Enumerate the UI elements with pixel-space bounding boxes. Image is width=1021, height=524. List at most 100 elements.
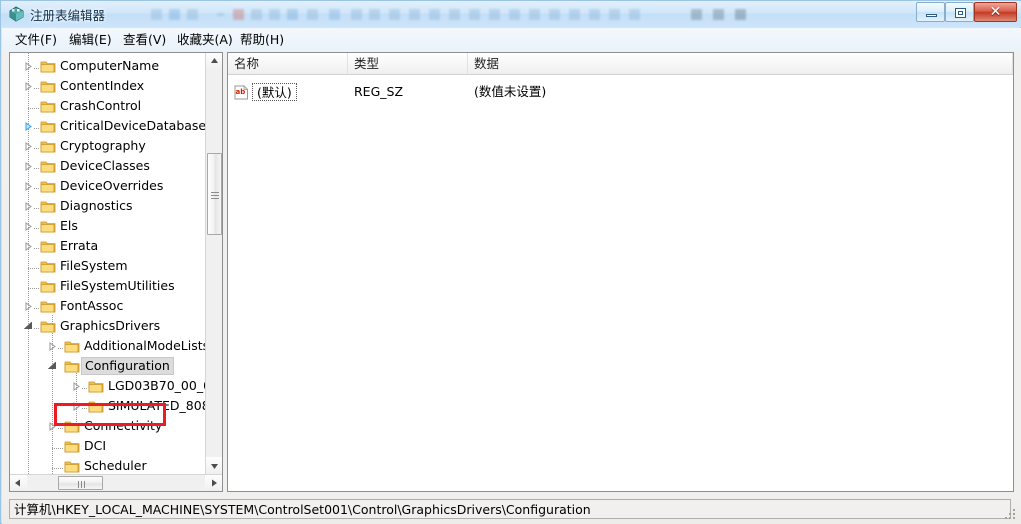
tree-item-connectivity[interactable]: Connectivity [10,416,206,436]
folder-icon [40,179,56,193]
chevron-right-icon[interactable] [24,82,33,91]
tree-item-contentindex[interactable]: ContentIndex [10,76,206,96]
maximize-button[interactable] [945,2,974,22]
column-header-name[interactable]: 名称 [228,53,348,74]
tree-item-label: GraphicsDrivers [60,318,161,333]
menu-view[interactable]: 查看(V) [118,31,171,49]
chevron-right-icon[interactable] [24,242,33,251]
tree-item-fontassoc[interactable]: FontAssoc [10,296,206,316]
tree-item-label: CrashControl [60,98,142,113]
chevron-right-icon[interactable] [24,202,33,211]
tree-item-label: LGD03B70_00_07DC_ [108,378,206,393]
tree-item-label: FontAssoc [60,298,124,313]
cell-value-name[interactable]: (默认) [252,83,297,101]
window-title: 注册表编辑器 [30,8,106,23]
tree-item-filesystemutilities[interactable]: FileSystemUtilities [10,276,206,296]
chevron-right-icon[interactable] [24,182,33,191]
tree-item-simulated8086[interactable]: SIMULATED_8086_01 [10,396,206,416]
tree-item-computername[interactable]: ComputerName [10,56,206,76]
folder-icon [40,279,56,293]
list-column-header: 名称 类型 数据 [228,53,1013,75]
tree-item-filesystem[interactable]: FileSystem [10,256,206,276]
folder-icon [40,119,56,133]
minimize-button[interactable] [916,2,945,22]
scroll-left-button[interactable] [10,475,27,491]
string-value-icon: ab [234,85,249,100]
tree-item-scheduler[interactable]: Scheduler [10,456,206,475]
tree-item-label: DeviceOverrides [60,178,164,193]
tree-item-criticaldevicedatabase[interactable]: CriticalDeviceDatabase [10,116,206,136]
tree-item-label: Els [60,218,78,233]
tree-vscroll-thumb[interactable] [207,153,222,235]
tree-item-additionalmodelists[interactable]: AdditionalModeLists [10,336,206,356]
chevron-right-icon[interactable] [48,342,57,351]
tree-scroll-viewport: ComputerName ContentIndex CrashControl C… [10,53,206,475]
tree-item-dci[interactable]: DCI [10,436,206,456]
tree-item-label: ContentIndex [60,78,145,93]
status-bar: 计算机\HKEY_LOCAL_MACHINE\SYSTEM\ControlSet… [2,495,1021,524]
svg-text:ab: ab [236,88,246,96]
tree-item-label: Errata [60,238,99,253]
tree-item-label: FileSystem [60,258,128,273]
ghosted-background-toolbar [151,2,891,26]
folder-icon [40,59,56,73]
scroll-up-button[interactable] [206,53,222,70]
tree-item-configuration[interactable]: Configuration [10,356,206,376]
folder-icon [64,359,80,373]
chevron-right-icon[interactable] [24,122,33,131]
chevron-right-icon[interactable] [24,142,33,151]
folder-icon [40,99,56,113]
tree-item-crashcontrol[interactable]: CrashControl [10,96,206,116]
tree-item-els[interactable]: Els [10,216,206,236]
close-button[interactable]: ✕ [974,2,1017,22]
title-bar[interactable]: 注册表编辑器 ✕ [1,1,1021,27]
tree-vertical-scrollbar[interactable] [205,53,222,474]
folder-icon [40,259,56,273]
folder-icon [40,139,56,153]
tree-item-diagnostics[interactable]: Diagnostics [10,196,206,216]
tree-item-graphicsdrivers[interactable]: GraphicsDrivers [10,316,206,336]
tree-item-errata[interactable]: Errata [10,236,206,256]
folder-icon [64,459,80,473]
tree-item-lgd03b70[interactable]: LGD03B70_00_07DC_ [10,376,206,396]
resize-grip[interactable] [1004,508,1017,521]
menu-favorites[interactable]: 收藏夹(A) [172,31,238,49]
folder-icon [40,199,56,213]
folder-icon [88,399,104,413]
folder-icon [64,339,80,353]
chevron-right-icon[interactable] [48,422,57,431]
tree-item-cryptography[interactable]: Cryptography [10,136,206,156]
menu-file[interactable]: 文件(F) [10,31,62,49]
tree-line [52,468,64,469]
column-header-type[interactable]: 类型 [348,53,468,74]
close-icon: ✕ [989,4,1002,20]
chevron-right-icon[interactable] [24,302,33,311]
menu-help[interactable]: 帮助(H) [235,31,289,49]
folder-icon [64,419,80,433]
registry-values-pane[interactable]: 名称 类型 数据 ab (默认) REG_SZ (数值未设置) [227,52,1014,492]
tree-item-label: Cryptography [60,138,146,153]
menu-edit[interactable]: 编辑(E) [64,31,117,49]
tree-horizontal-scrollbar[interactable] [10,474,222,491]
chevron-down-icon[interactable] [24,322,33,331]
tree-item-label: ComputerName [60,58,160,73]
registry-editor-window: 注册表编辑器 ✕ 文件(F) 编辑(E) 查看(V) 收藏夹(A) 帮助(H) [0,0,1021,524]
table-row[interactable]: ab (默认) REG_SZ (数值未设置) [228,81,1013,103]
chevron-right-icon[interactable] [72,382,81,391]
tree-item-label: Diagnostics [60,198,133,213]
tree-hscroll-thumb[interactable] [58,476,103,490]
chevron-right-icon[interactable] [24,162,33,171]
tree-line [28,268,40,269]
registry-tree-pane[interactable]: ComputerName ContentIndex CrashControl C… [9,52,223,492]
registry-editor-icon [8,5,25,22]
chevron-right-icon[interactable] [24,222,33,231]
chevron-right-icon[interactable] [72,402,81,411]
tree-line [28,288,40,289]
chevron-right-icon[interactable] [24,62,33,71]
chevron-down-icon[interactable] [48,362,57,371]
scroll-down-button[interactable] [206,457,222,474]
tree-item-deviceclasses[interactable]: DeviceClasses [10,156,206,176]
column-header-data[interactable]: 数据 [468,53,1013,74]
scroll-right-button[interactable] [205,475,222,491]
tree-item-deviceoverrides[interactable]: DeviceOverrides [10,176,206,196]
